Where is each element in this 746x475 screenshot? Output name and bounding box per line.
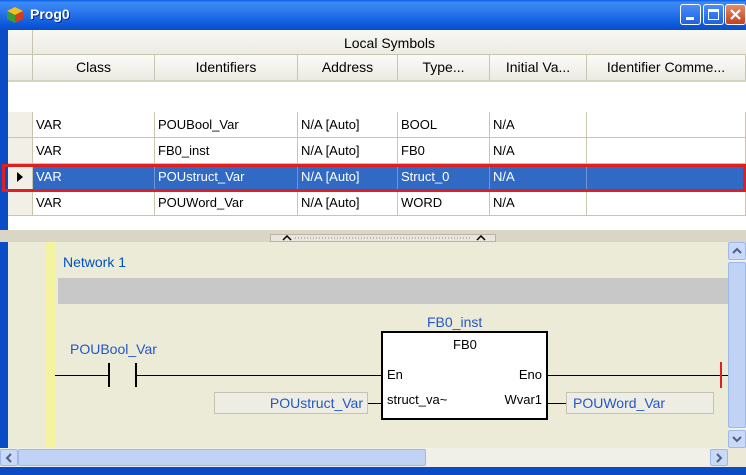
cell-type[interactable]: BOOL [398, 112, 490, 138]
group-header-label: Local Symbols [343, 35, 436, 51]
vertical-scroll-thumb[interactable] [728, 262, 746, 428]
program-icon [7, 7, 23, 23]
cell-identifier-comment[interactable] [587, 138, 746, 164]
cell-address[interactable]: N/A [Auto] [298, 138, 398, 164]
cell-address[interactable]: N/A [Auto] [298, 112, 398, 138]
table-row[interactable]: VAR POUBool_Var N/A [Auto] BOOL N/A [8, 112, 746, 138]
chevron-down-icon [732, 436, 742, 443]
window-bottom-border [0, 467, 746, 475]
chevron-up-icon [282, 235, 486, 241]
maximize-button[interactable] [703, 4, 724, 25]
scroll-left-button[interactable] [0, 449, 18, 466]
cell-class[interactable]: VAR [33, 190, 155, 216]
network-label[interactable]: Network 1 [63, 254, 126, 270]
wire-input-to-pin [368, 403, 381, 404]
title-bar[interactable]: Prog0 [0, 0, 746, 30]
wire-eno-to-rail [548, 375, 728, 376]
column-header-address[interactable]: Address [298, 55, 398, 80]
window-left-border [0, 30, 8, 467]
group-header: Local Symbols [8, 30, 746, 55]
wire-pin-to-output [548, 403, 566, 404]
scroll-right-button[interactable] [710, 449, 728, 466]
scroll-down-button[interactable] [728, 430, 746, 448]
column-header-identifiers[interactable]: Identifiers [155, 55, 298, 80]
maximize-icon [708, 9, 719, 20]
cell-initial-value[interactable]: N/A [490, 190, 587, 216]
fb-pin-eno: Eno [518, 367, 542, 382]
cell-class[interactable]: VAR [33, 112, 155, 138]
output-variable-box[interactable]: POUWord_Var [566, 392, 714, 414]
splitter-grip[interactable] [270, 234, 496, 242]
fb-type-name: FB0 [453, 337, 477, 352]
window-title: Prog0 [30, 6, 70, 22]
left-power-rail [45, 242, 55, 448]
table-row[interactable]: VAR FB0_inst N/A [Auto] FB0 N/A [8, 138, 746, 164]
column-header-row: Class Identifiers Address Type... Initia… [8, 55, 746, 82]
scroll-up-button[interactable] [728, 242, 746, 260]
cell-initial-value[interactable]: N/A [490, 138, 587, 164]
horizontal-scroll-thumb[interactable] [18, 449, 426, 466]
close-button[interactable] [725, 4, 746, 25]
cell-identifier-comment[interactable] [587, 190, 746, 216]
table-row[interactable]: VAR POUWord_Var N/A [Auto] WORD N/A [8, 190, 746, 216]
header-corner [8, 30, 33, 55]
cell-address[interactable]: N/A [Auto] [298, 190, 398, 216]
chevron-right-icon [716, 453, 723, 463]
minimize-button[interactable] [680, 4, 701, 25]
contact-variable-label[interactable]: POUBool_Var [70, 341, 157, 357]
cell-identifier[interactable]: POUWord_Var [155, 190, 298, 216]
fb-pin-struct-var: struct_va~ [387, 392, 448, 407]
selected-row-highlight [2, 164, 746, 192]
cell-identifier[interactable]: POUBool_Var [155, 112, 298, 138]
size-grip[interactable] [728, 448, 746, 467]
horizontal-scrollbar[interactable] [0, 448, 728, 467]
column-header-type[interactable]: Type... [398, 55, 490, 80]
fb-pin-wvar1: Wvar1 [504, 392, 542, 407]
vertical-scrollbar[interactable] [728, 242, 746, 448]
chevron-left-icon [5, 453, 12, 463]
cell-type[interactable]: FB0 [398, 138, 490, 164]
network-comment-bar[interactable] [58, 278, 728, 304]
function-block[interactable]: FB0 En Eno struct_va~ Wvar1 [381, 331, 548, 420]
close-icon [730, 9, 741, 20]
wire-rail-to-contact [55, 375, 108, 376]
row-header[interactable] [8, 112, 33, 138]
input-variable-box[interactable]: POUstruct_Var [214, 392, 368, 414]
column-header-initial-value[interactable]: Initial Va... [490, 55, 587, 80]
chevron-up-icon [732, 247, 742, 254]
local-symbols-table: Local Symbols Class Identifiers Address … [8, 30, 746, 230]
cell-class[interactable]: VAR [33, 138, 155, 164]
cell-initial-value[interactable]: N/A [490, 112, 587, 138]
column-header-identifier-comment[interactable]: Identifier Comme... [587, 55, 746, 80]
row-header-corner [8, 55, 33, 80]
wire-contact-to-fb [137, 375, 381, 376]
column-header-class[interactable]: Class [33, 55, 155, 80]
cell-type[interactable]: WORD [398, 190, 490, 216]
cell-identifier-comment[interactable] [587, 112, 746, 138]
program-window: Prog0 Local Symbols Class Identifiers Ad… [0, 0, 746, 475]
fb-instance-name[interactable]: FB0_inst [427, 314, 482, 330]
cell-identifier[interactable]: FB0_inst [155, 138, 298, 164]
contact-left-bar[interactable] [108, 363, 110, 387]
row-header[interactable] [8, 190, 33, 216]
ladder-editor[interactable]: Network 1 POUBool_Var FB0_inst FB0 En En… [8, 242, 728, 448]
right-rail-marker [720, 362, 728, 388]
row-header[interactable] [8, 138, 33, 164]
minimize-icon [686, 17, 694, 20]
fb-pin-en: En [387, 367, 403, 382]
